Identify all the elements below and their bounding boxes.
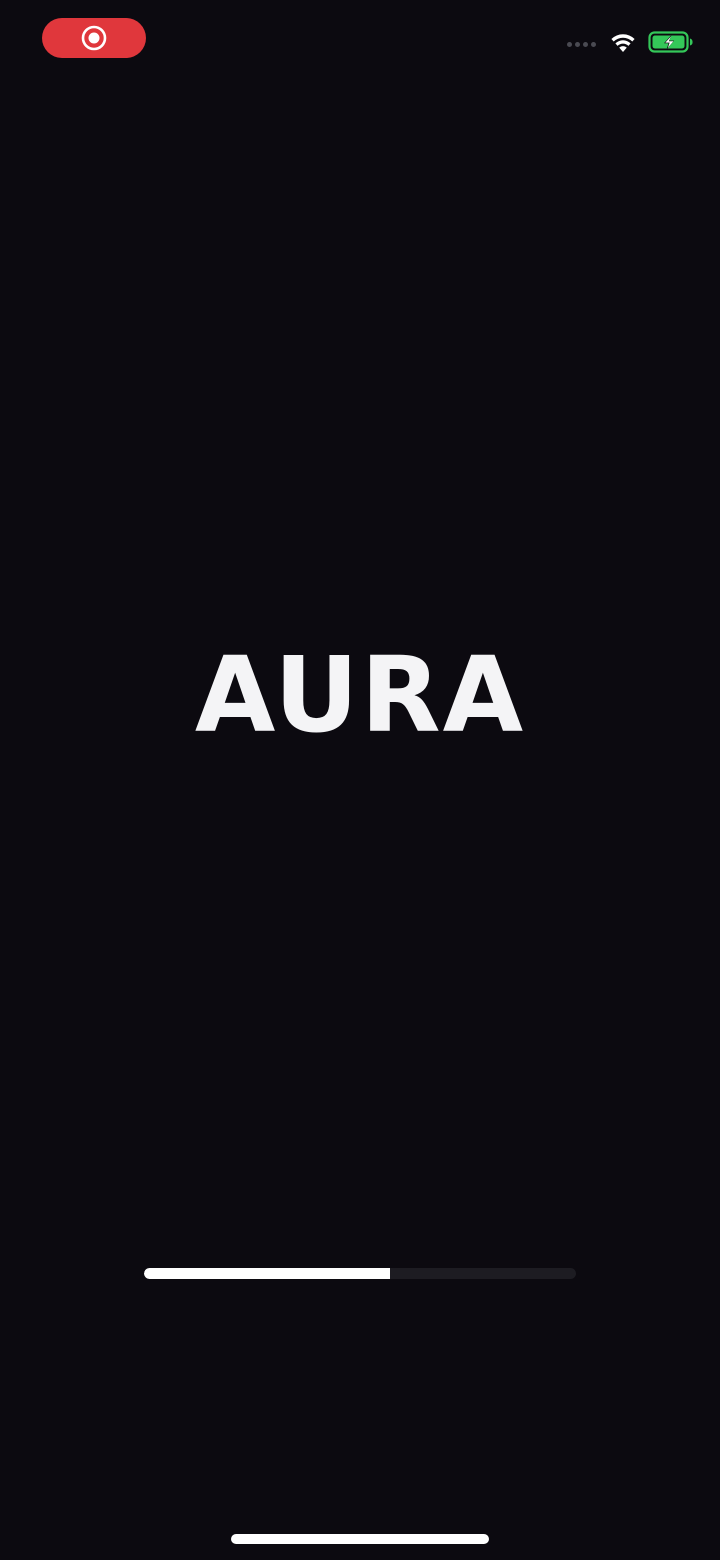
app-logo: AURA — [194, 634, 526, 756]
splash-logo-container: AURA — [0, 640, 720, 750]
loading-progress-fill — [144, 1268, 391, 1279]
home-indicator[interactable] — [231, 1534, 489, 1544]
screen-record-indicator[interactable] — [42, 18, 146, 58]
cellular-signal-icon — [567, 41, 596, 47]
status-icons — [567, 30, 694, 58]
screen-record-icon — [80, 24, 108, 52]
loading-progress-bar — [144, 1268, 576, 1279]
wifi-icon — [608, 30, 638, 58]
battery-charging-icon — [648, 30, 694, 58]
status-bar — [0, 0, 720, 80]
